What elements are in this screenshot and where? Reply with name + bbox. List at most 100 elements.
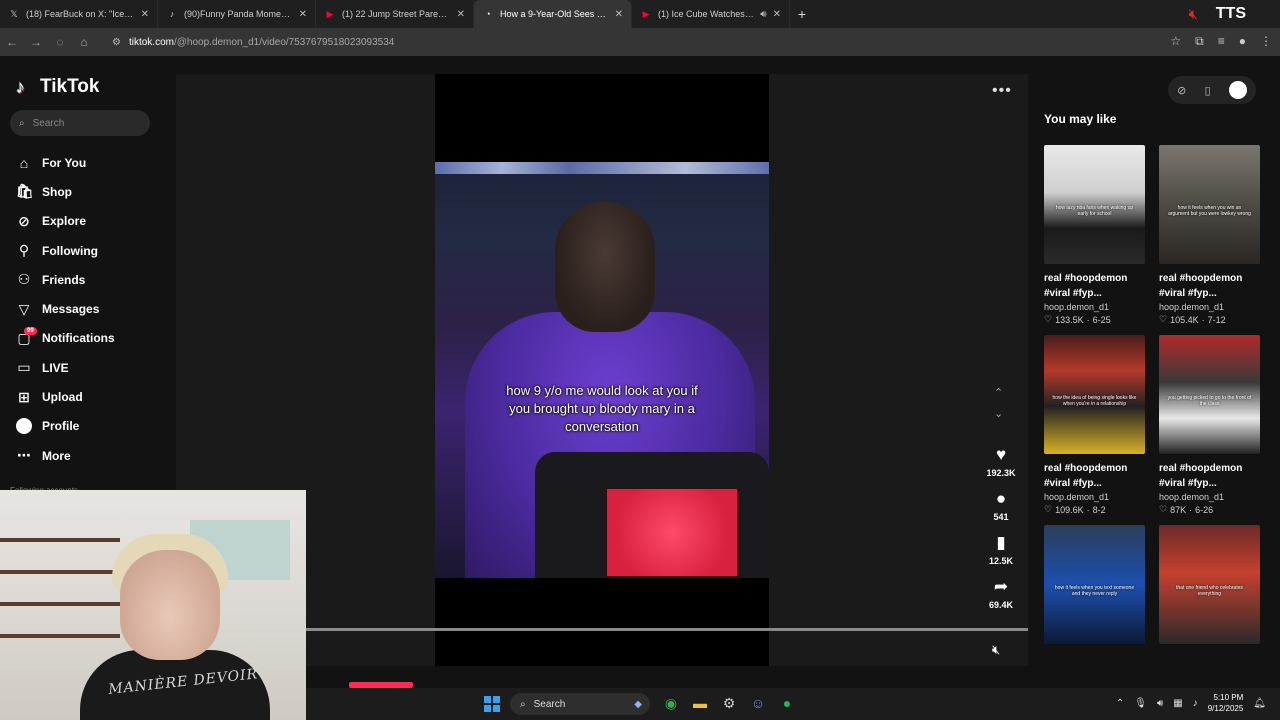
browser-tab-4[interactable]: ◔ How a 9-Year-Old Sees Bloody ✕ xyxy=(474,0,632,28)
previous-video-icon[interactable]: ⌃ xyxy=(994,386,1003,399)
sidebar-item-following[interactable]: ⚲ Following xyxy=(16,236,166,265)
tiktok-logo[interactable]: ♪ TikTok xyxy=(16,76,99,98)
sidebar-item-notifications[interactable]: ▢ 99 Notifications xyxy=(16,324,166,353)
card-author[interactable]: hoop.demon_d1 xyxy=(1044,492,1145,502)
explore-toggle-icon[interactable]: ⊘ xyxy=(1177,84,1186,97)
kebab-menu-icon[interactable]: ⋮ xyxy=(1260,34,1272,49)
copilot-icon: ◆ xyxy=(634,698,642,710)
like-button[interactable]: ♥ 192.3K xyxy=(986,444,1015,488)
search-input[interactable]: ⌕ Search xyxy=(10,110,150,136)
speaker-icon[interactable]: 🔊︎ xyxy=(760,9,766,20)
network-icon[interactable]: ▦ xyxy=(1173,698,1182,709)
url-field[interactable]: ⚙ tiktok.com/@hoop.demon_d1/video/753767… xyxy=(104,31,1154,53)
more-options-icon[interactable]: ••• xyxy=(992,82,1012,100)
video-thumbnail[interactable]: that one friend who celebrates everythin… xyxy=(1159,525,1260,644)
video-thumbnail[interactable]: you getting picked to go to the front of… xyxy=(1159,335,1260,454)
taskbar-search[interactable]: ⌕ Search ◆ xyxy=(510,693,650,715)
browser-tab-1[interactable]: 𝕏 (18) FearBuck on X: "Ice Cube e ✕ xyxy=(0,0,158,28)
tab-title: (18) FearBuck on X: "Ice Cube e xyxy=(26,9,135,19)
sidebar-item-friends[interactable]: ⚇ Friends xyxy=(16,265,166,294)
bookmark-star-icon[interactable]: ☆ xyxy=(1170,34,1181,49)
save-button[interactable]: ▮ 12.5K xyxy=(989,532,1013,576)
sidebar-item-label: Notifications xyxy=(42,331,115,346)
tab-title: (1) Ice Cube Watches Son Gi xyxy=(658,9,754,19)
thumbnail-caption: how the idea of being single looks like … xyxy=(1052,395,1137,407)
sidebar-item-shop[interactable]: 🛍︎ Shop xyxy=(16,177,166,206)
next-video-icon[interactable]: ⌄ xyxy=(994,407,1003,420)
close-icon[interactable]: ✕ xyxy=(299,9,307,20)
recommendation-card[interactable]: you getting picked to go to the front of… xyxy=(1159,335,1260,515)
extensions-icon[interactable]: ⧉ xyxy=(1195,34,1204,49)
close-icon[interactable]: ✕ xyxy=(615,9,623,20)
video-thumbnail[interactable]: how the idea of being single looks like … xyxy=(1044,335,1145,454)
card-title[interactable]: real #hoopdemon #viral #fyp... xyxy=(1044,271,1145,301)
forward-icon[interactable]: → xyxy=(24,35,48,49)
card-author[interactable]: hoop.demon_d1 xyxy=(1044,302,1145,312)
card-title[interactable]: real #hoopdemon #viral #fyp... xyxy=(1159,461,1260,491)
video-frame[interactable]: how 9 y/o me would look at you if you br… xyxy=(435,162,769,578)
video-thumbnail[interactable]: how it feels when you text someone and t… xyxy=(1044,525,1145,644)
save-count: 12.5K xyxy=(988,556,1014,566)
close-icon[interactable]: ✕ xyxy=(773,9,781,20)
video-thumbnail[interactable]: how it feels when you win an argument bu… xyxy=(1159,145,1260,264)
sidebar-item-explore[interactable]: ⊘ Explore xyxy=(16,207,166,236)
volume-muted-icon[interactable]: 🔇︎ xyxy=(992,642,1000,658)
recommendation-grid: how lazy nba fans when waking up early f… xyxy=(1044,145,1260,644)
recommendation-card[interactable]: how lazy nba fans when waking up early f… xyxy=(1044,145,1145,325)
discord-icon[interactable]: ☺ xyxy=(749,694,767,712)
recommendation-card[interactable]: how it feels when you text someone and t… xyxy=(1044,525,1145,644)
media-icon[interactable]: ≡ xyxy=(1218,34,1225,49)
address-bar-row: ← → ◌ ⌂ ⚙ tiktok.com/@hoop.demon_d1/vide… xyxy=(0,28,1280,56)
card-title[interactable]: real #hoopdemon #viral #fyp... xyxy=(1159,271,1260,301)
card-title[interactable]: real #hoopdemon #viral #fyp... xyxy=(1044,461,1145,491)
sidebar-item-profile[interactable]: Profile xyxy=(16,412,166,441)
sidebar-item-for-you[interactable]: ⌂ For You xyxy=(16,148,166,177)
sidebar-item-messages[interactable]: ▽ Messages xyxy=(16,294,166,323)
device-icon[interactable]: ▯ xyxy=(1205,84,1211,97)
back-icon[interactable]: ← xyxy=(0,35,24,49)
windows-start-icon[interactable] xyxy=(484,696,500,712)
chevron-up-icon[interactable]: ⌃ xyxy=(1116,698,1124,709)
heart-icon: ♡ xyxy=(1044,314,1053,324)
comment-icon: ● xyxy=(995,489,1007,508)
recommendations-panel: ⊘ ▯ You may like how lazy nba fans when … xyxy=(1044,56,1280,688)
volume-icon[interactable]: ♪ xyxy=(1193,698,1198,709)
close-icon[interactable]: ✕ xyxy=(457,9,465,20)
comment-button[interactable]: ● 541 xyxy=(993,488,1008,532)
taskbar-clock[interactable]: 5:10 PM 9/12/2025 xyxy=(1208,692,1244,714)
avatar[interactable]: ● xyxy=(1239,34,1246,49)
theme-toggle[interactable] xyxy=(1228,81,1247,99)
browser-tab-2[interactable]: ♪ (90)Funny Panda Moments Tha ✕ xyxy=(158,0,316,28)
sidebar-item-upload[interactable]: ⊞ Upload xyxy=(16,382,166,411)
chrome-icon[interactable]: ◉ xyxy=(662,694,680,712)
recommendation-card[interactable]: how it feels when you win an argument bu… xyxy=(1159,145,1260,325)
new-tab-button[interactable]: + xyxy=(790,6,814,22)
microphone-icon[interactable]: 🎙︎ xyxy=(1134,698,1147,709)
browser-tab-3[interactable]: ▶ (1) 22 Jump Street Parents Mee ✕ xyxy=(316,0,474,28)
recommendation-card[interactable]: how the idea of being single looks like … xyxy=(1044,335,1145,515)
home-icon[interactable]: ⌂ xyxy=(72,35,96,49)
live-icon: ▭ xyxy=(17,359,31,376)
card-author[interactable]: hoop.demon_d1 xyxy=(1159,492,1260,502)
share-button[interactable]: ➦ 69.4K xyxy=(989,576,1013,620)
home-icon: ⌂ xyxy=(19,154,29,171)
settings-icon[interactable]: ⚙ xyxy=(720,694,738,712)
close-icon[interactable]: ✕ xyxy=(141,9,149,20)
notification-bell-icon[interactable]: 🔔︎ xyxy=(1253,698,1266,709)
site-settings-icon[interactable]: ⚙ xyxy=(112,37,121,48)
scroll-arrows: ⌃ ⌄ xyxy=(994,386,1003,420)
video-progress-bar[interactable] xyxy=(306,628,1028,631)
thumbnail-caption: that one friend who celebrates everythin… xyxy=(1176,585,1243,597)
heart-icon: ♡ xyxy=(1044,504,1053,514)
sidebar-item-more[interactable]: ⋯ More xyxy=(16,441,166,470)
tiktok-icon: ◔ xyxy=(485,9,491,19)
file-explorer-icon[interactable]: ▬ xyxy=(691,694,709,712)
card-author[interactable]: hoop.demon_d1 xyxy=(1159,302,1260,312)
spotify-icon[interactable]: ● xyxy=(778,694,796,712)
sidebar-item-live[interactable]: ▭ LIVE xyxy=(16,353,166,382)
browser-tab-5[interactable]: ▶ (1) Ice Cube Watches Son Gi 🔊︎ ✕ xyxy=(632,0,790,28)
video-thumbnail[interactable]: how lazy nba fans when waking up early f… xyxy=(1044,145,1145,264)
video-player[interactable]: how 9 y/o me would look at you if you br… xyxy=(435,74,769,666)
recommendation-card[interactable]: that one friend who celebrates everythin… xyxy=(1159,525,1260,644)
speaker-icon[interactable]: 🔊︎ xyxy=(1157,698,1163,709)
